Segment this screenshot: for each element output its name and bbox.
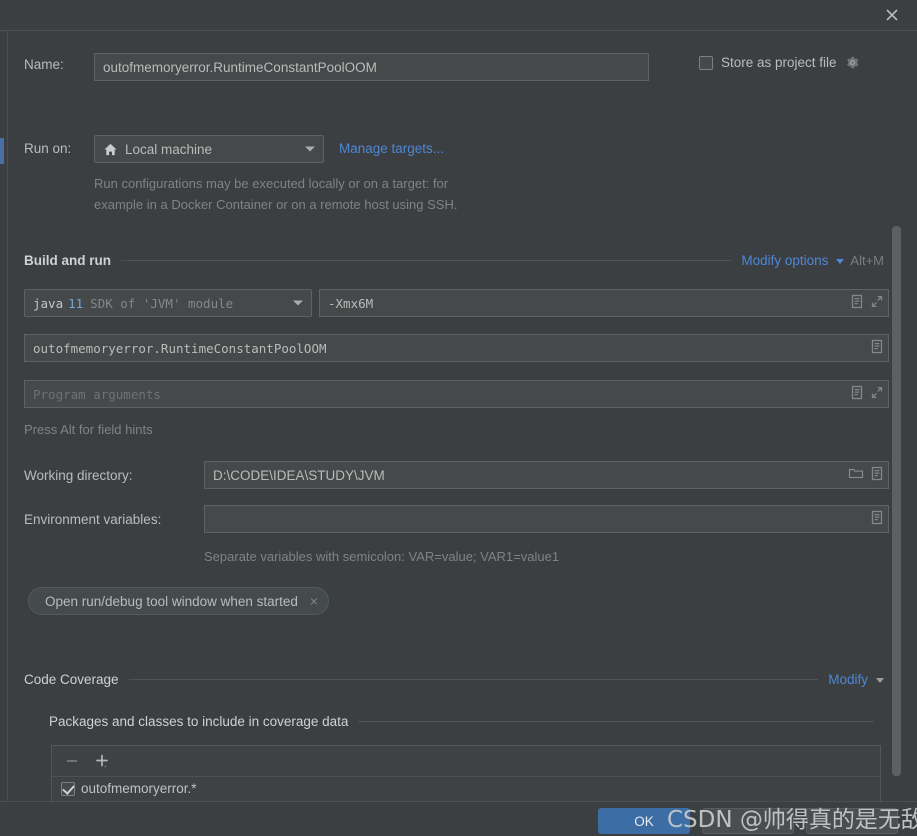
working-directory-label: Working directory: — [24, 468, 133, 483]
coverage-item-label: outofmemoryerror.* — [81, 781, 197, 796]
list-item[interactable]: outofmemoryerror.* — [52, 777, 880, 800]
cancel-button[interactable] — [702, 808, 794, 834]
folder-icon[interactable] — [848, 466, 864, 484]
ok-button[interactable]: OK — [598, 808, 690, 834]
jre-combo[interactable]: java 11 SDK of 'JVM' module — [24, 289, 312, 317]
environment-variables-hint: Separate variables with semicolon: VAR=v… — [204, 549, 560, 564]
config-tree-panel-edge — [0, 31, 8, 801]
run-on-description-line1: Run configurations may be executed local… — [94, 176, 449, 191]
coverage-packages-title: Packages and classes to include in cover… — [49, 714, 349, 729]
chevron-down-icon[interactable] — [876, 678, 884, 683]
vm-options-input[interactable]: -Xmx6M — [319, 289, 889, 317]
remove-package-button[interactable] — [64, 753, 80, 769]
run-on-target-combo[interactable]: Local machine — [94, 135, 324, 163]
chip-label: Open run/debug tool window when started — [45, 593, 298, 609]
config-tree-selection-indicator — [0, 138, 4, 164]
settings-scroll-pane: Name: outofmemoryerror.RuntimeConstantPo… — [9, 31, 906, 801]
code-coverage-modify-link[interactable]: Modify — [828, 672, 868, 687]
close-icon[interactable] — [879, 3, 905, 27]
run-on-row: Run on: — [24, 141, 71, 156]
working-directory-input[interactable]: D:\CODE\IDEA\STUDY\JVM — [204, 461, 889, 489]
expand-icon[interactable] — [870, 294, 884, 312]
program-arguments-placeholder: Program arguments — [33, 386, 161, 402]
list-icon[interactable] — [870, 466, 884, 484]
code-coverage-section-header: Code Coverage Modify — [24, 672, 884, 687]
store-as-project-file-row[interactable]: Store as project file — [699, 55, 860, 70]
working-directory-value: D:\CODE\IDEA\STUDY\JVM — [213, 467, 385, 483]
code-coverage-title: Code Coverage — [24, 672, 119, 687]
coverage-packages-list[interactable]: outofmemoryerror.* — [51, 776, 881, 801]
dialog-button-bar: OK — [0, 801, 917, 836]
program-arguments-input[interactable]: Program arguments — [24, 380, 889, 408]
name-input[interactable]: outofmemoryerror.RuntimeConstantPoolOOM — [94, 53, 649, 81]
modify-options-link[interactable]: Modify options — [741, 253, 828, 268]
modify-options-shortcut: Alt+M — [850, 253, 884, 268]
section-divider-line — [358, 721, 874, 722]
close-icon[interactable]: × — [310, 594, 318, 608]
section-divider-line — [121, 260, 732, 261]
list-icon[interactable] — [870, 339, 884, 357]
add-package-button[interactable] — [94, 753, 111, 770]
name-label: Name: — [24, 57, 64, 72]
home-icon — [103, 142, 118, 157]
store-as-project-file-label: Store as project file — [721, 55, 837, 70]
jre-version: 11 — [68, 295, 84, 311]
coverage-packages-subsection-header: Packages and classes to include in cover… — [49, 714, 884, 729]
vm-options-value: -Xmx6M — [328, 295, 374, 311]
run-on-label: Run on: — [24, 141, 72, 156]
gear-icon[interactable] — [845, 55, 860, 70]
chevron-down-icon[interactable] — [836, 259, 845, 264]
main-class-input[interactable]: outofmemoryerror.RuntimeConstantPoolOOM — [24, 334, 889, 362]
build-and-run-title: Build and run — [24, 253, 111, 268]
open-run-debug-toolwindow-chip[interactable]: Open run/debug tool window when started … — [28, 587, 330, 615]
main-class-value: outofmemoryerror.RuntimeConstantPoolOOM — [33, 340, 327, 356]
chevron-down-icon[interactable] — [305, 146, 315, 152]
list-icon[interactable] — [850, 294, 864, 312]
environment-variables-label: Environment variables: — [24, 512, 162, 527]
environment-variables-input[interactable] — [204, 505, 889, 533]
store-as-project-file-checkbox[interactable] — [699, 55, 713, 70]
name-row: Name: — [24, 57, 96, 72]
dialog-titlebar — [0, 0, 917, 30]
coverage-list-toolbar — [51, 745, 881, 776]
expand-icon[interactable] — [870, 385, 884, 403]
list-icon[interactable] — [870, 510, 884, 528]
chevron-down-icon[interactable] — [293, 300, 303, 306]
section-divider-line — [128, 679, 819, 680]
jre-java-word: java — [33, 295, 64, 311]
vertical-scrollbar-thumb[interactable] — [892, 226, 901, 776]
field-hints-text: Press Alt for field hints — [24, 422, 153, 437]
manage-targets-link[interactable]: Manage targets... — [339, 141, 444, 156]
apply-button[interactable] — [806, 808, 898, 834]
coverage-item-checkbox[interactable] — [61, 781, 75, 796]
build-and-run-section-header: Build and run Modify options Alt+M — [24, 253, 884, 268]
name-input-value: outofmemoryerror.RuntimeConstantPoolOOM — [103, 59, 377, 75]
jre-secondary-text: SDK of 'JVM' module — [90, 295, 234, 311]
run-on-description-line2: example in a Docker Container or on a re… — [94, 197, 458, 212]
run-on-target-value: Local machine — [125, 141, 213, 157]
list-icon[interactable] — [850, 385, 864, 403]
